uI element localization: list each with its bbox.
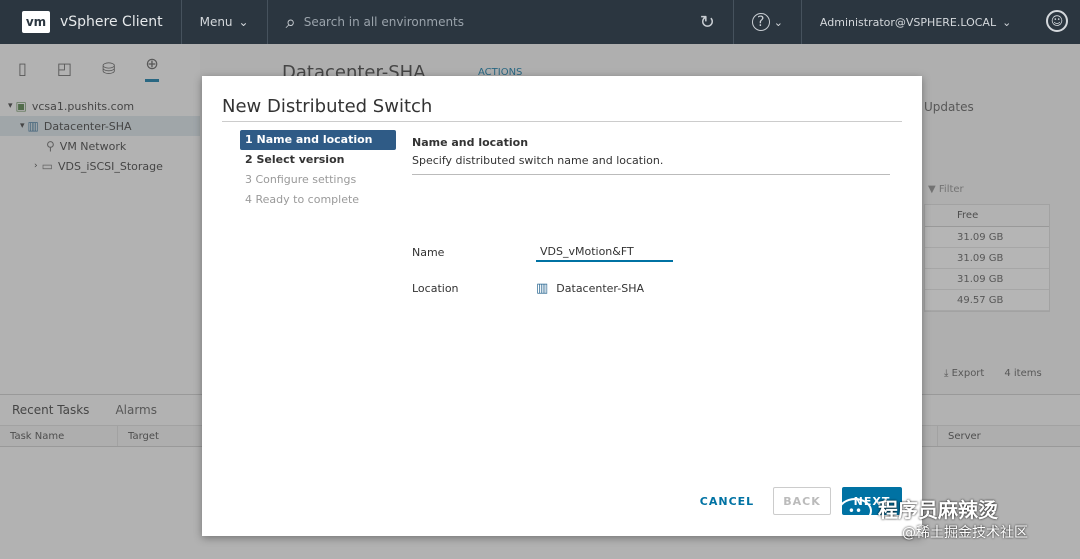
cancel-button[interactable]: CANCEL [696,487,758,515]
search-icon: ⌕ [285,11,296,33]
wizard-page: Name and location Specify distributed sw… [412,136,890,296]
location-field-row: Location ▥ Datacenter-SHA [412,281,644,296]
wizard-step-select-version[interactable]: 2 Select version [240,150,396,170]
divider [732,0,734,44]
watermark: •• 程序员麻辣烫 @稀土掘金技术社区 [838,494,1028,541]
watermark-sub: @稀土掘金技术社区 [902,525,1028,541]
search-placeholder: Search in all environments [303,15,465,29]
wizard-step-ready-to-complete: 4 Ready to complete [245,193,360,206]
divider [180,0,182,44]
refresh-icon[interactable]: ↻ [700,12,715,33]
chevron-down-icon: ⌄ [1002,15,1012,29]
location-text: Datacenter-SHA [556,282,644,295]
app-title: vSphere Client [60,14,163,30]
menu-label: Menu [199,15,233,29]
feedback-smiley-icon[interactable]: ☺ [1046,10,1068,32]
user-menu[interactable]: Administrator@VSPHERE.LOCAL ⌄ [820,16,1011,29]
datacenter-icon: ▥ [536,281,549,296]
wizard-steps: 1 Name and location 2 Select version 3 C… [240,130,396,210]
location-value: ▥ Datacenter-SHA [536,281,644,296]
watermark-main: 程序员麻辣烫 [878,498,998,522]
location-label: Location [412,282,459,295]
dialog-title: New Distributed Switch [222,96,433,117]
switch-name-input[interactable] [536,242,673,262]
divider [266,0,268,44]
chevron-down-icon[interactable]: ⌄ [774,16,783,29]
name-field-row: Name [412,242,673,262]
divider [412,174,890,175]
wechat-icon: •• [838,498,872,524]
section-title: Name and location [412,136,529,149]
global-search[interactable]: ⌕ Search in all environments [286,12,676,33]
new-distributed-switch-dialog: New Distributed Switch 1 Name and locati… [202,76,922,536]
help-icon[interactable]: ? [751,13,770,31]
vmware-logo: vm [22,11,50,33]
divider [222,121,902,122]
wizard-step-configure-settings: 3 Configure settings [245,173,357,186]
section-description: Specify distributed switch name and loca… [412,154,664,167]
top-bar: vm vSphere Client Menu ⌄ ⌕ Search in all… [0,0,1080,44]
chevron-down-icon: ⌄ [238,15,249,29]
user-name: Administrator@VSPHERE.LOCAL [819,15,997,29]
back-button[interactable]: BACK [773,487,831,515]
divider [800,0,802,44]
wizard-step-name-location[interactable]: 1 Name and location [240,130,396,150]
name-label: Name [412,245,445,259]
menu-button[interactable]: Menu ⌄ [200,15,249,29]
